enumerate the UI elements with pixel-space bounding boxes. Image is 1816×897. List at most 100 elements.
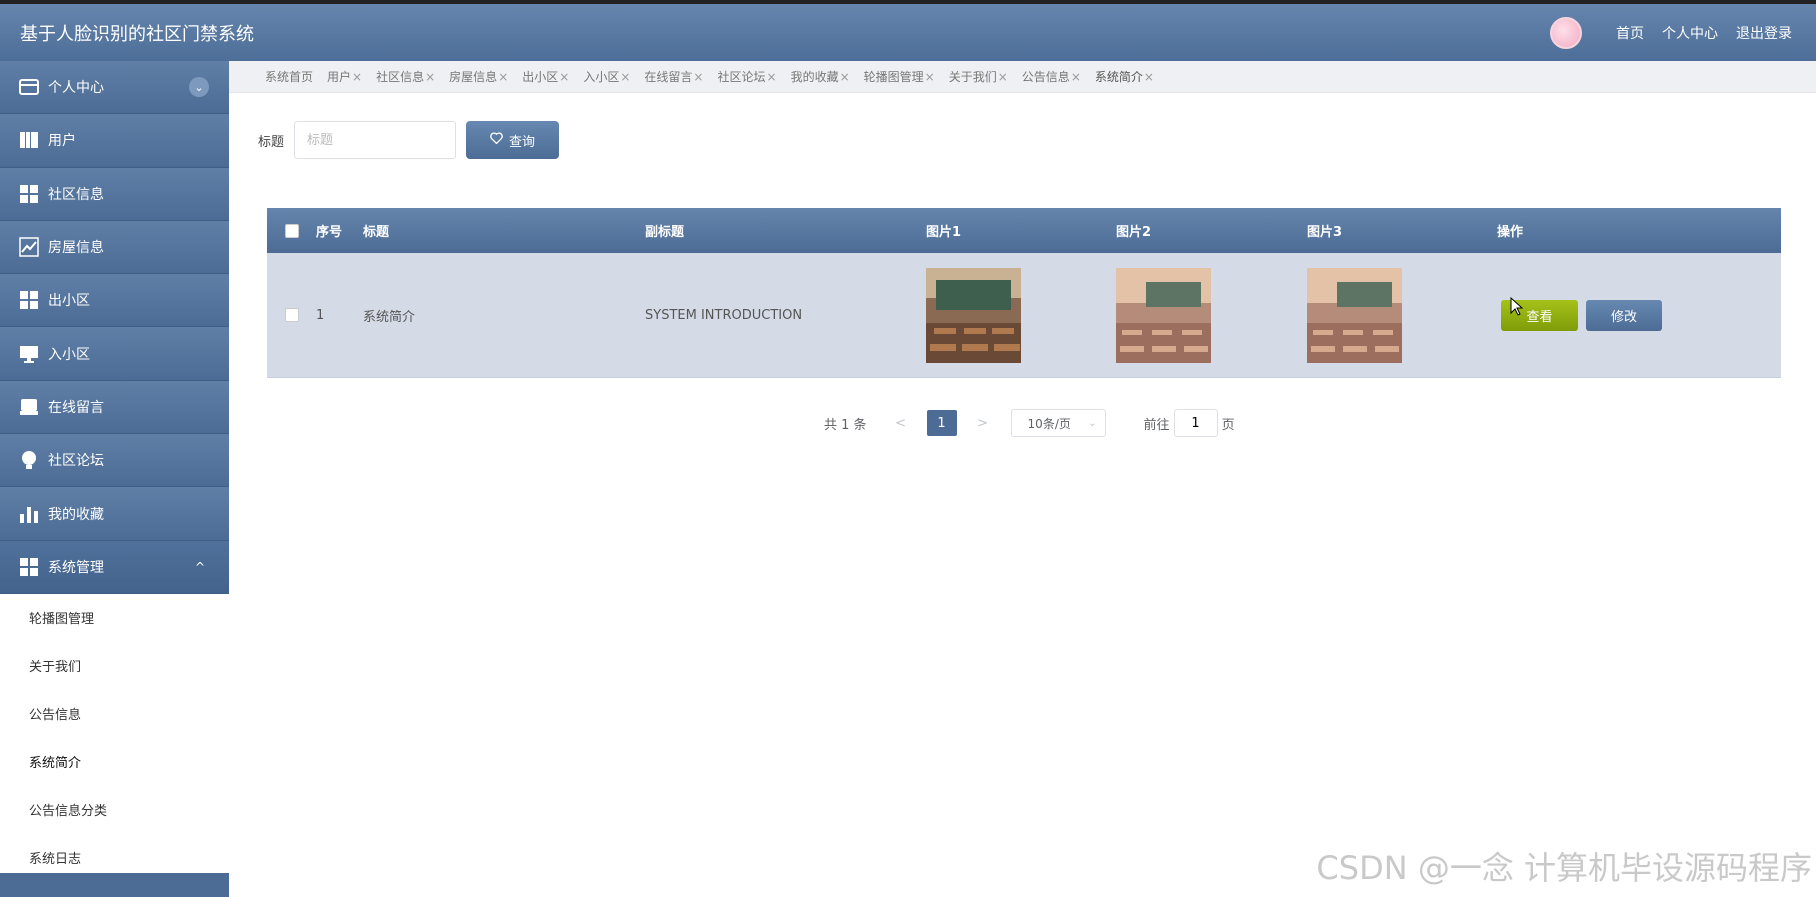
tab-community-info[interactable]: 社区信息× xyxy=(376,68,435,85)
chevron-up-icon[interactable]: ^ xyxy=(195,560,205,574)
home-link[interactable]: 首页 xyxy=(1616,23,1644,43)
tab-label: 关于我们 xyxy=(948,70,997,84)
sidebar-item-label: 社区信息 xyxy=(48,186,104,203)
pagination: 共 1 条 < 1 > 10条/页 ⌄ 前往 页 xyxy=(824,409,1235,437)
header-actions: 首页 个人中心 退出登录 xyxy=(1550,16,1792,49)
select-all-checkbox[interactable] xyxy=(284,223,299,238)
edit-button[interactable]: 修改 xyxy=(1586,299,1662,331)
next-page-button[interactable]: > xyxy=(973,416,993,431)
sidebar-item-exit[interactable]: 出小区 xyxy=(0,274,229,328)
wallet-icon xyxy=(18,76,40,98)
close-icon[interactable]: × xyxy=(1144,70,1154,84)
chart-line-icon xyxy=(18,236,40,258)
tab-label: 社区论坛 xyxy=(717,70,766,84)
close-icon[interactable]: × xyxy=(352,70,362,84)
heart-icon xyxy=(490,132,503,148)
sidebar-item-label: 社区论坛 xyxy=(48,453,104,470)
close-icon[interactable]: × xyxy=(498,70,508,84)
query-button[interactable]: 查询 xyxy=(466,121,560,159)
book-icon xyxy=(18,129,40,151)
grid-icon xyxy=(18,183,40,205)
close-icon[interactable]: × xyxy=(925,70,935,84)
column-header: 序号 xyxy=(316,225,343,240)
logout-link[interactable]: 退出登录 xyxy=(1736,23,1792,43)
sidebar-item-forum[interactable]: 社区论坛 xyxy=(0,434,229,488)
close-icon[interactable]: × xyxy=(840,70,850,84)
chevron-down-icon: ⌄ xyxy=(1088,417,1097,429)
tab-label: 社区信息 xyxy=(376,70,425,84)
sidebar-item-label: 房屋信息 xyxy=(48,240,104,257)
sidebar-item-favorites[interactable]: 我的收藏 xyxy=(0,487,229,541)
tab-exit[interactable]: 出小区× xyxy=(522,68,569,85)
tab-label: 公告信息 xyxy=(1021,70,1070,84)
watermark: CSDN @一念 计算机毕设源码程序 xyxy=(1316,849,1812,887)
bulb-icon xyxy=(18,449,40,471)
sidebar-item-house-info[interactable]: 房屋信息 xyxy=(0,220,229,275)
tab-forum[interactable]: 社区论坛× xyxy=(717,68,776,85)
app-header: 基于人脸识别的社区门禁系统 首页 个人中心 退出登录 xyxy=(0,4,1816,61)
sidebar-item-label: 系统管理 xyxy=(48,559,104,576)
table-header: 序号 标题 副标题 图片1 图片2 图片3 操作 xyxy=(267,208,1781,253)
tab-intro[interactable]: 系统简介× xyxy=(1095,68,1154,85)
sidebar-item-system[interactable]: 系统管理 ^ xyxy=(0,540,229,594)
row-checkbox[interactable] xyxy=(284,308,299,322)
tab-notice[interactable]: 公告信息× xyxy=(1022,68,1081,85)
tab-label: 轮播图管理 xyxy=(863,70,924,84)
profile-link[interactable]: 个人中心 xyxy=(1662,23,1718,43)
mouse-cursor-icon xyxy=(1510,297,1524,316)
sidebar-subitem-about[interactable]: 关于我们 xyxy=(0,642,229,690)
sidebar-item-label: 入小区 xyxy=(48,346,90,363)
close-icon[interactable]: × xyxy=(998,70,1008,84)
goto-page: 前往 页 xyxy=(1144,409,1235,437)
bar-chart-icon xyxy=(18,503,40,525)
app-title: 基于人脸识别的社区门禁系统 xyxy=(20,23,254,45)
sidebar-item-enter[interactable]: 入小区 xyxy=(0,327,229,381)
tab-enter[interactable]: 入小区× xyxy=(583,68,630,85)
tab-carousel[interactable]: 轮播图管理× xyxy=(864,68,935,85)
search-form: 标题 查询 xyxy=(258,121,560,159)
close-icon[interactable]: × xyxy=(620,70,630,84)
sidebar-subitem-carousel[interactable]: 轮播图管理 xyxy=(0,594,229,642)
tab-about[interactable]: 关于我们× xyxy=(949,68,1008,85)
close-icon[interactable]: × xyxy=(1071,70,1081,84)
tab-label: 我的收藏 xyxy=(790,70,839,84)
avatar[interactable] xyxy=(1550,16,1582,49)
tab-label: 系统简介 xyxy=(1094,70,1143,84)
sidebar-item-profile[interactable]: 个人中心 ⌄ xyxy=(0,61,229,115)
tab-home[interactable]: 系统首页 xyxy=(265,68,313,85)
tab-messages[interactable]: 在线留言× xyxy=(644,68,703,85)
tab-label: 在线留言 xyxy=(644,70,693,84)
sidebar-subitem-notice[interactable]: 公告信息 xyxy=(0,690,229,738)
classroom-image[interactable] xyxy=(1116,267,1211,363)
tab-users[interactable]: 用户× xyxy=(327,68,362,85)
sidebar-item-messages[interactable]: 在线留言 xyxy=(0,380,229,435)
sidebar-item-users[interactable]: 用户 xyxy=(0,114,229,168)
classroom-image[interactable] xyxy=(926,267,1021,363)
column-header: 图片3 xyxy=(1307,225,1343,240)
inbox-icon xyxy=(18,396,40,418)
column-header: 图片2 xyxy=(1116,225,1152,240)
close-icon[interactable]: × xyxy=(693,70,703,84)
goto-page-input[interactable] xyxy=(1173,409,1218,437)
close-icon[interactable]: × xyxy=(425,70,435,84)
row-title: 系统简介 xyxy=(363,309,416,325)
goto-suffix: 页 xyxy=(1221,417,1235,433)
chevron-down-icon[interactable]: ⌄ xyxy=(189,77,209,98)
sidebar-item-label: 用户 xyxy=(48,133,76,150)
sidebar-subitem-notice-category[interactable]: 公告信息分类 xyxy=(0,786,229,834)
query-button-label: 查询 xyxy=(509,134,536,150)
tab-favorites[interactable]: 我的收藏× xyxy=(791,68,850,85)
page-number-current[interactable]: 1 xyxy=(926,410,957,436)
tab-house-info[interactable]: 房屋信息× xyxy=(449,68,508,85)
sidebar-subitem-intro[interactable]: 系统简介 xyxy=(0,738,229,786)
sidebar-item-community-info[interactable]: 社区信息 xyxy=(0,167,229,221)
prev-page-button[interactable]: < xyxy=(891,416,911,431)
close-icon[interactable]: × xyxy=(559,70,569,84)
tab-label: 入小区 xyxy=(583,70,620,84)
search-input[interactable] xyxy=(294,121,457,159)
page-size-select[interactable]: 10条/页 ⌄ xyxy=(1010,409,1106,437)
classroom-image[interactable] xyxy=(1307,267,1402,363)
tab-label: 房屋信息 xyxy=(449,70,498,84)
tab-label: 用户 xyxy=(327,70,352,84)
close-icon[interactable]: × xyxy=(767,70,777,84)
